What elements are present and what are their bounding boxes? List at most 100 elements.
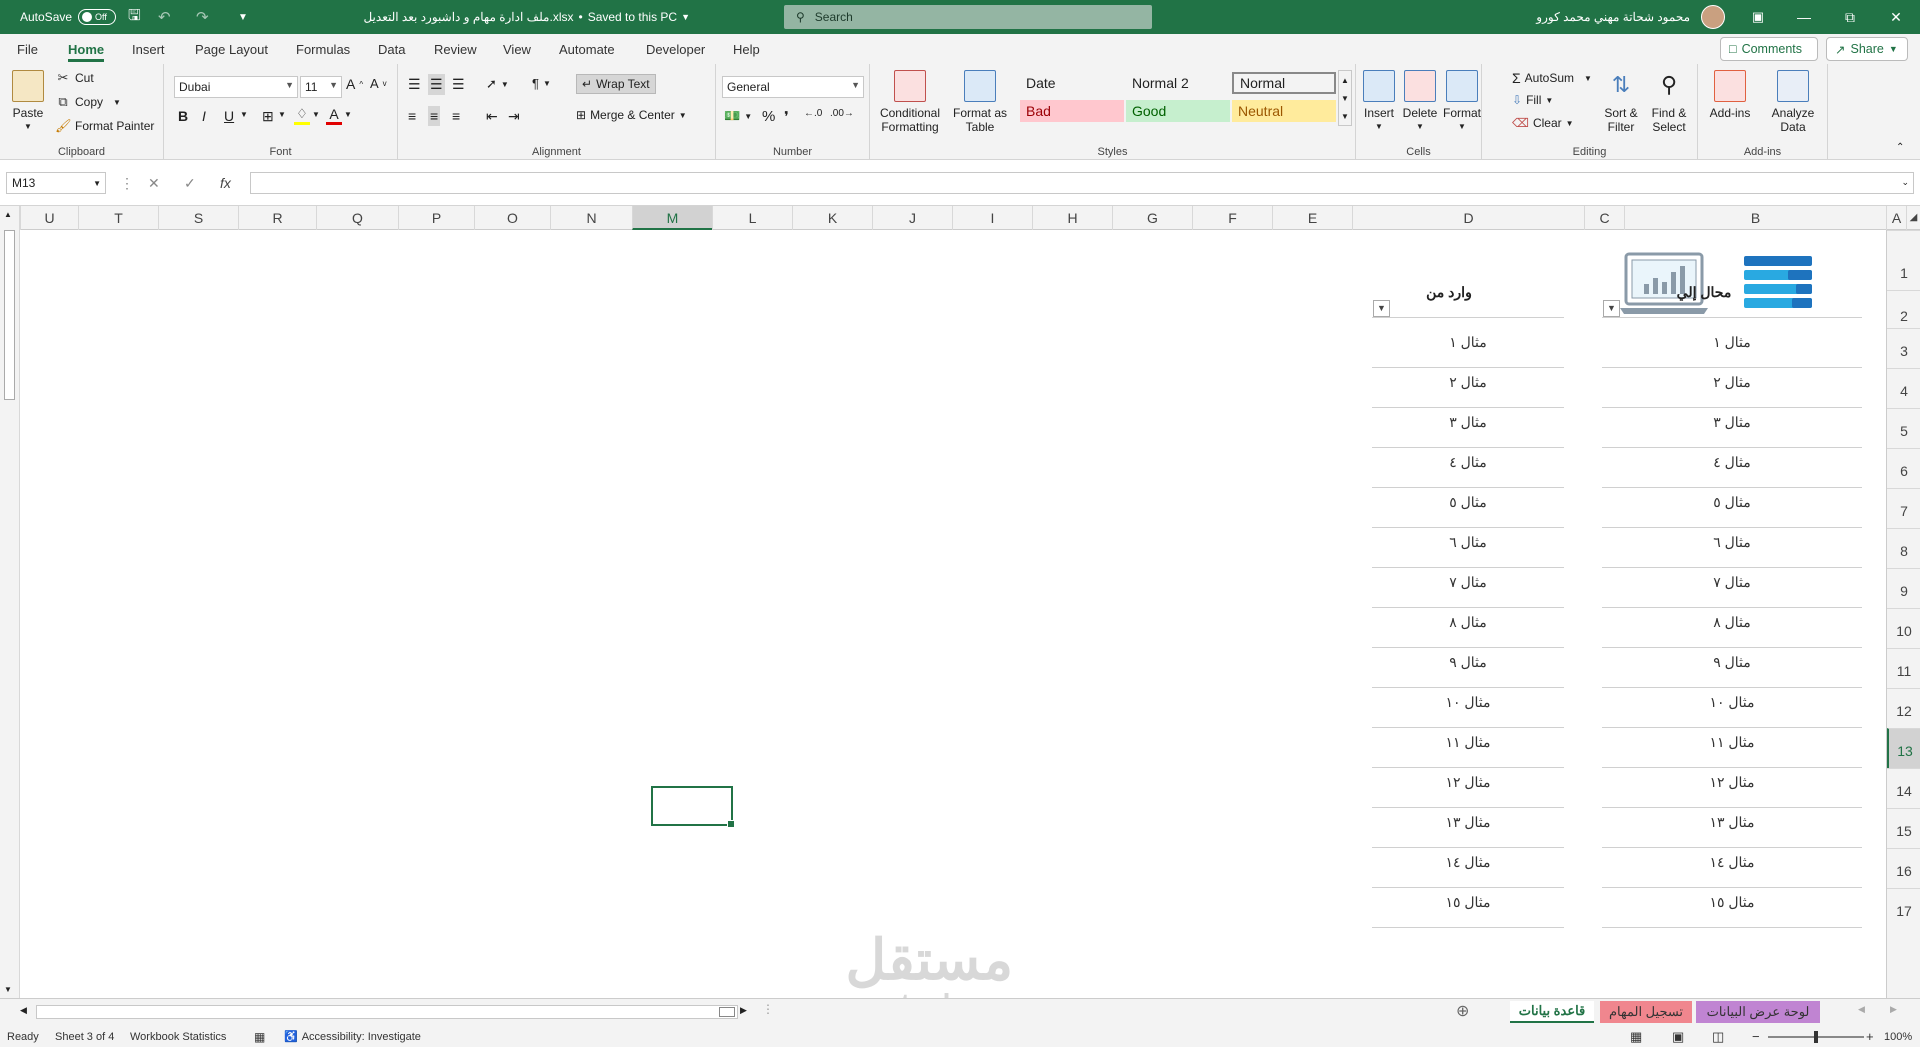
tab-developer[interactable]: Developer	[646, 34, 705, 64]
font-name-select[interactable]: Dubai ▼	[174, 76, 298, 98]
borders-dropdown-icon[interactable]: ▼	[278, 110, 286, 119]
column-header[interactable]: N	[550, 206, 632, 230]
number-format-select[interactable]: General ▼	[722, 76, 864, 98]
close-icon[interactable]: ✕	[1873, 0, 1919, 34]
row-header[interactable]: 2	[1887, 290, 1920, 328]
scroll-up-icon[interactable]: ▲	[4, 210, 12, 219]
row-header[interactable]: 3	[1887, 328, 1920, 368]
table-cell[interactable]: مثال ١٤	[1372, 848, 1564, 888]
borders-icon[interactable]: ⊞	[262, 108, 274, 125]
tab-review[interactable]: Review	[434, 34, 477, 64]
text-direction-icon[interactable]: ¶ ▼	[532, 76, 551, 91]
tab-view[interactable]: View	[503, 34, 531, 64]
scroll-left-icon[interactable]: ◀	[20, 1005, 27, 1016]
task-list-icon[interactable]	[1742, 254, 1814, 310]
table-cell[interactable]: مثال ٧	[1372, 568, 1564, 608]
styles-scroll-icon[interactable]: ▲ ▼ ▼	[1338, 70, 1352, 126]
page-break-view-icon[interactable]: ◫	[1712, 1026, 1724, 1047]
table-cell[interactable]: مثال ٨	[1602, 608, 1862, 648]
decrease-indent-icon[interactable]: ⇤	[486, 108, 498, 125]
table-cell[interactable]: مثال ٢	[1372, 368, 1564, 408]
font-color-dropdown-icon[interactable]: ▼	[344, 110, 352, 119]
comments-button[interactable]: □ Comments	[1720, 37, 1818, 61]
table-cell[interactable]: مثال ٥	[1602, 488, 1862, 528]
table-cell[interactable]: مثال ١	[1602, 328, 1862, 368]
table-cell[interactable]: مثال ١٠	[1372, 688, 1564, 728]
row-header[interactable]: 6	[1887, 448, 1920, 488]
tab-insert[interactable]: Insert	[132, 34, 165, 64]
column-header[interactable]: J	[872, 206, 952, 230]
fill-button[interactable]: ⇩ Fill ▼	[1512, 93, 1553, 107]
column-header[interactable]: O	[474, 206, 550, 230]
next-sheet-icon[interactable]: ▶	[1890, 1004, 1897, 1015]
increase-indent-icon[interactable]: ⇥	[508, 108, 520, 125]
font-color-icon[interactable]: A	[326, 106, 342, 125]
font-size-select[interactable]: 11 ▼	[300, 76, 342, 98]
document-title[interactable]: ملف ادارة مهام و داشبورد بعد التعديل.xls…	[360, 0, 690, 34]
insert-function-icon[interactable]: fx	[220, 172, 231, 194]
table-cell[interactable]: مثال ١١	[1372, 728, 1564, 768]
macro-record-icon[interactable]: ▦	[254, 1026, 265, 1047]
share-button[interactable]: ↗ Share ▼	[1826, 37, 1908, 61]
tab-file[interactable]: File	[17, 34, 38, 64]
row-header[interactable]: 14	[1887, 768, 1920, 808]
row-header[interactable]: 16	[1887, 848, 1920, 888]
currency-icon[interactable]: 💵 ▼	[724, 108, 752, 124]
table-cell[interactable]: مثال ٧	[1602, 568, 1862, 608]
filter-dropdown-icon[interactable]: ▼	[1373, 300, 1390, 317]
merge-center-button[interactable]: ⊞ Merge & Center ▼	[576, 108, 687, 122]
row-header[interactable]: 8	[1887, 528, 1920, 568]
clear-button[interactable]: ⌫ Clear ▼	[1512, 116, 1574, 130]
table-cell[interactable]: مثال ٨	[1372, 608, 1564, 648]
column-header[interactable]: F	[1192, 206, 1272, 230]
collapse-ribbon-icon[interactable]: ⌃	[1896, 142, 1904, 153]
bold-icon[interactable]: B	[178, 108, 188, 124]
tab-page-layout[interactable]: Page Layout	[195, 34, 268, 64]
align-middle-icon[interactable]: ☰	[428, 74, 445, 95]
find-select-button[interactable]: ⚲ Find & Select	[1646, 70, 1692, 134]
sheet-tab-task-log[interactable]: تسجيل المهام	[1600, 1001, 1692, 1023]
decrease-font-icon[interactable]: Av	[370, 76, 387, 91]
hscroll-thumb[interactable]	[719, 1007, 735, 1017]
table-cell[interactable]: مثال ٩	[1602, 648, 1862, 688]
autosave-control[interactable]: AutoSave Off	[20, 0, 117, 34]
column-header[interactable]: H	[1032, 206, 1112, 230]
analyze-data-button[interactable]: Analyze Data	[1766, 70, 1820, 134]
wrap-text-button[interactable]: ↵ Wrap Text	[576, 74, 656, 94]
column-header[interactable]: C	[1584, 206, 1624, 230]
minimize-icon[interactable]: —	[1781, 0, 1827, 34]
column-header[interactable]: D	[1352, 206, 1584, 230]
style-normal[interactable]: Normal	[1232, 72, 1336, 94]
undo-icon[interactable]: ↶	[158, 0, 171, 34]
table-cell[interactable]: مثال ٦	[1602, 528, 1862, 568]
paste-button[interactable]: Paste ▼	[8, 70, 48, 134]
row-header[interactable]: 7	[1887, 488, 1920, 528]
row-header[interactable]: 11	[1887, 648, 1920, 688]
underline-icon[interactable]: U	[224, 108, 234, 124]
search-input[interactable]: ⚲ Search	[784, 5, 1152, 29]
horizontal-scrollbar[interactable]	[36, 1005, 738, 1019]
comma-icon[interactable]: ❜	[784, 108, 789, 126]
user-name[interactable]: محمود شحاتة مهني محمد كورو	[1460, 0, 1690, 34]
scroll-down-icon[interactable]: ▼	[4, 985, 12, 994]
sort-filter-button[interactable]: ⇅ Sort & Filter	[1600, 70, 1642, 134]
column-header[interactable]: T	[78, 206, 158, 230]
increase-font-icon[interactable]: A ^	[346, 76, 363, 92]
table-cell[interactable]: مثال ١١	[1602, 728, 1862, 768]
cut-button[interactable]: ✂ Cut	[55, 70, 94, 86]
table-cell[interactable]: مثال ١٤	[1602, 848, 1862, 888]
style-bad[interactable]: Bad	[1020, 100, 1124, 122]
table-cell[interactable]: مثال ١٢	[1372, 768, 1564, 808]
style-neutral[interactable]: Neutral	[1232, 100, 1336, 122]
fill-color-icon[interactable]: ♢	[294, 106, 310, 125]
customize-qat-icon[interactable]: ▼	[238, 0, 248, 34]
percent-icon[interactable]: %	[762, 108, 775, 125]
row-header[interactable]: 12	[1887, 688, 1920, 728]
row-header[interactable]: 10	[1887, 608, 1920, 648]
tab-data[interactable]: Data	[378, 34, 405, 64]
row-header[interactable]: 5	[1887, 408, 1920, 448]
table-cell[interactable]: مثال ١٥	[1372, 888, 1564, 928]
scroll-right-icon[interactable]: ▶	[740, 1005, 747, 1016]
style-date[interactable]: Date	[1020, 72, 1124, 94]
tab-help[interactable]: Help	[733, 34, 760, 64]
